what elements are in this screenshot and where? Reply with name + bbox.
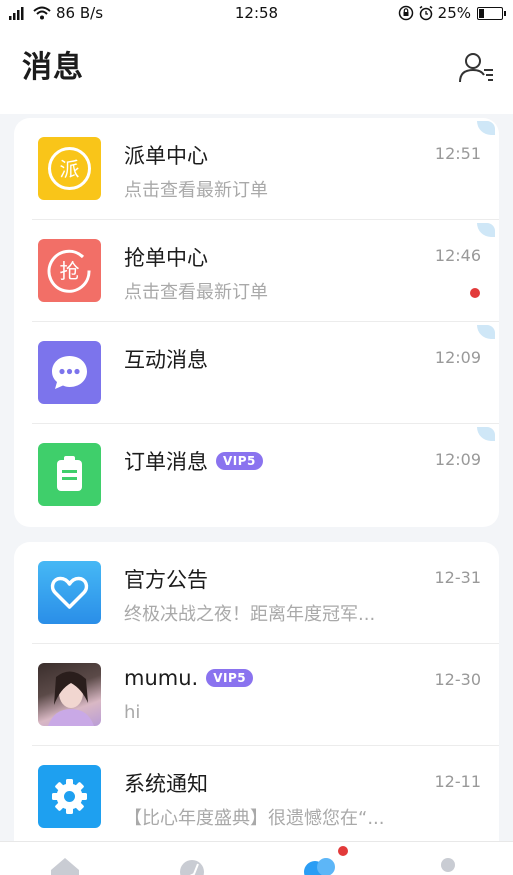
conversation-name: 抢单中心 bbox=[124, 246, 208, 270]
conversation-user-mumu[interactable]: mumu. VIP5 hi 12-30 bbox=[14, 644, 499, 746]
conversation-time: 12-31 bbox=[434, 568, 482, 587]
unread-dot bbox=[338, 846, 348, 856]
conversation-order-messages[interactable]: 订单消息 VIP5 12:09 bbox=[14, 424, 499, 526]
conversation-system-notice[interactable]: 系统通知 【比心年度盛典】很遗憾您在“... 12-11 bbox=[14, 746, 499, 848]
gear-icon bbox=[38, 765, 101, 828]
battery-icon bbox=[477, 6, 506, 20]
lock-rotation-icon bbox=[398, 5, 413, 21]
conversation-time: 12:09 bbox=[434, 450, 481, 469]
conversation-time: 12:46 bbox=[434, 246, 481, 265]
conversation-time: 12:51 bbox=[434, 144, 481, 163]
conversation-preview: hi bbox=[124, 702, 141, 723]
corner-tag bbox=[477, 325, 495, 339]
conversation-name: 订单消息 bbox=[124, 450, 208, 474]
conversation-dispatch-center[interactable]: 派 派单中心 点击查看最新订单 12:51 bbox=[14, 118, 499, 220]
message-group-primary: 派 派单中心 点击查看最新订单 12:51 抢 抢单中心 点击查看最新订单 12… bbox=[14, 118, 499, 527]
battery-percent: 25% bbox=[437, 4, 471, 22]
alarm-icon bbox=[419, 5, 433, 21]
clipboard-icon bbox=[38, 443, 101, 506]
conversation-name: 官方公告 bbox=[124, 568, 208, 592]
vip-badge: VIP5 bbox=[206, 669, 254, 687]
dispatch-icon-char: 派 bbox=[60, 157, 80, 181]
contacts-button[interactable] bbox=[457, 48, 497, 88]
nav-profile[interactable] bbox=[428, 852, 468, 875]
conversation-preview: 点击查看最新订单 bbox=[124, 282, 268, 303]
status-right: 25% bbox=[398, 4, 506, 22]
nav-messages[interactable] bbox=[300, 846, 348, 875]
vip-badge: VIP5 bbox=[216, 452, 263, 470]
conversation-preview: 【比心年度盛典】很遗憾您在“... bbox=[124, 808, 385, 829]
conversation-name: 互动消息 bbox=[124, 348, 208, 372]
conversation-preview: 终极决战之夜！距离年度冠军... bbox=[124, 604, 376, 625]
corner-tag bbox=[477, 121, 495, 135]
dispatch-icon: 派 bbox=[38, 137, 101, 200]
chat-bubble-icon bbox=[38, 341, 101, 404]
contacts-icon bbox=[459, 53, 493, 83]
conversation-preview: 点击查看最新订单 bbox=[124, 180, 268, 201]
grab-order-icon: 抢 bbox=[38, 239, 101, 302]
conversation-official-announcement[interactable]: 官方公告 终极决战之夜！距离年度冠军... 12-31 bbox=[14, 542, 499, 644]
bottom-nav bbox=[0, 841, 513, 875]
conversation-time: 12-30 bbox=[434, 670, 482, 689]
home-icon bbox=[51, 858, 79, 875]
conversation-name: mumu. bbox=[124, 666, 199, 690]
page-header: 消息 bbox=[0, 28, 513, 114]
corner-tag bbox=[477, 427, 495, 441]
conversation-name: 派单中心 bbox=[124, 144, 208, 168]
message-group-secondary: 官方公告 终极决战之夜！距离年度冠军... 12-31 mumu. VIP5 h… bbox=[14, 542, 499, 875]
corner-tag bbox=[477, 223, 495, 237]
conversation-name-row: 订单消息 VIP5 bbox=[124, 446, 263, 476]
profile-icon bbox=[441, 858, 455, 872]
conversation-time: 12:09 bbox=[434, 348, 481, 367]
conversation-name: 系统通知 bbox=[124, 772, 208, 796]
user-photo bbox=[38, 663, 101, 726]
unread-dot bbox=[470, 288, 480, 298]
status-bar: 86 B/s 12:58 25% bbox=[0, 0, 513, 28]
page-title: 消息 bbox=[22, 50, 84, 85]
grab-order-icon-char: 抢 bbox=[60, 259, 80, 283]
conversation-grab-order-center[interactable]: 抢 抢单中心 点击查看最新订单 12:46 bbox=[14, 220, 499, 322]
conversation-interactions[interactable]: 互动消息 12:09 bbox=[14, 322, 499, 424]
conversation-name-row: mumu. VIP5 bbox=[124, 666, 254, 690]
heart-icon bbox=[38, 561, 101, 624]
conversation-time: 12-11 bbox=[434, 772, 482, 791]
nav-discover[interactable] bbox=[172, 852, 212, 875]
message-bubbles-icon bbox=[304, 858, 335, 875]
compass-icon bbox=[180, 860, 204, 875]
nav-home[interactable] bbox=[45, 852, 85, 875]
